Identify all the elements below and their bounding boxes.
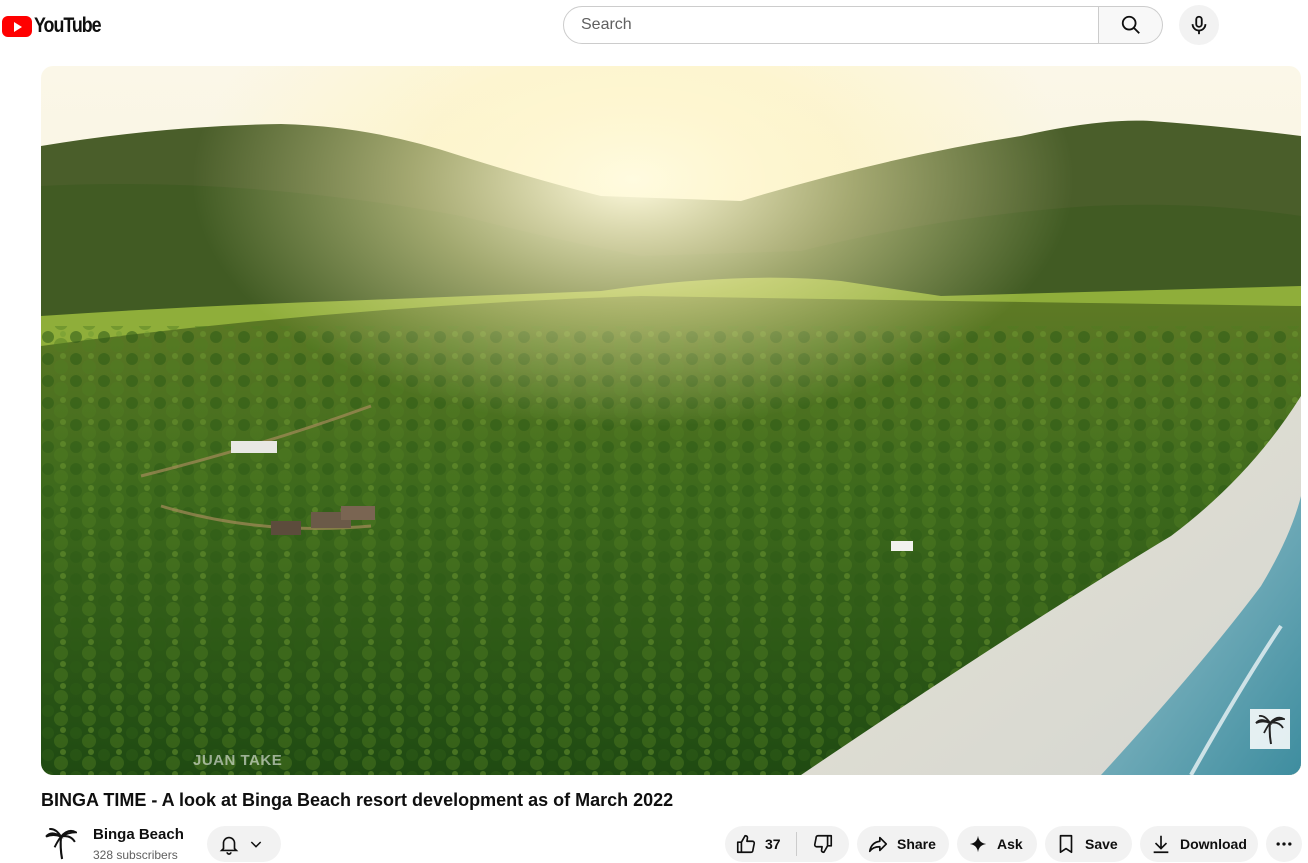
more-actions-button[interactable]	[1266, 826, 1302, 862]
logo-text: YouTube	[34, 14, 102, 37]
ask-label: Ask	[997, 836, 1023, 852]
search-input[interactable]	[579, 15, 1098, 35]
video-watermark: JUAN TAKE	[193, 752, 283, 769]
channel-watermark-badge[interactable]	[1250, 709, 1290, 749]
video-title: BINGA TIME - A look at Binga Beach resor…	[41, 790, 674, 810]
download-label: Download	[1180, 836, 1247, 852]
bookmark-icon	[1059, 834, 1073, 854]
notification-button[interactable]	[207, 826, 281, 862]
video-player[interactable]: JUAN TAKE	[41, 66, 1301, 775]
share-icon	[868, 836, 888, 853]
download-button[interactable]: Download	[1140, 826, 1258, 862]
like-count: 37	[765, 836, 781, 852]
channel-avatar[interactable]	[41, 823, 81, 863]
download-icon	[1153, 835, 1169, 854]
search-button[interactable]	[1099, 6, 1163, 44]
search-icon	[1121, 15, 1140, 34]
subscriber-count: 328 subscribers	[93, 848, 178, 862]
save-button[interactable]: Save	[1045, 826, 1132, 862]
thumbs-down-icon	[813, 834, 833, 854]
sparkle-icon	[969, 835, 987, 853]
thumbs-up-icon	[736, 834, 756, 854]
palm-tree-icon	[1255, 714, 1285, 745]
chevron-down-icon	[250, 841, 262, 848]
youtube-play-icon	[2, 15, 32, 37]
masthead: YouTube	[0, 0, 1308, 52]
more-horizontal-icon	[1276, 842, 1292, 846]
search-box[interactable]	[563, 6, 1099, 44]
save-label: Save	[1085, 836, 1118, 852]
share-button[interactable]: Share	[857, 826, 949, 862]
voice-search-button[interactable]	[1179, 5, 1219, 45]
palm-tree-icon	[45, 828, 77, 860]
video-frame	[41, 66, 1301, 775]
bell-icon	[219, 836, 239, 855]
ask-button[interactable]: Ask	[957, 826, 1037, 862]
like-button[interactable]: 37	[725, 832, 797, 856]
share-label: Share	[897, 836, 936, 852]
channel-name[interactable]: Binga Beach	[93, 826, 184, 843]
microphone-icon	[1191, 15, 1207, 35]
like-dislike-group: 37	[725, 826, 849, 862]
dislike-button[interactable]	[797, 826, 849, 862]
youtube-logo[interactable]: YouTube	[2, 14, 112, 38]
